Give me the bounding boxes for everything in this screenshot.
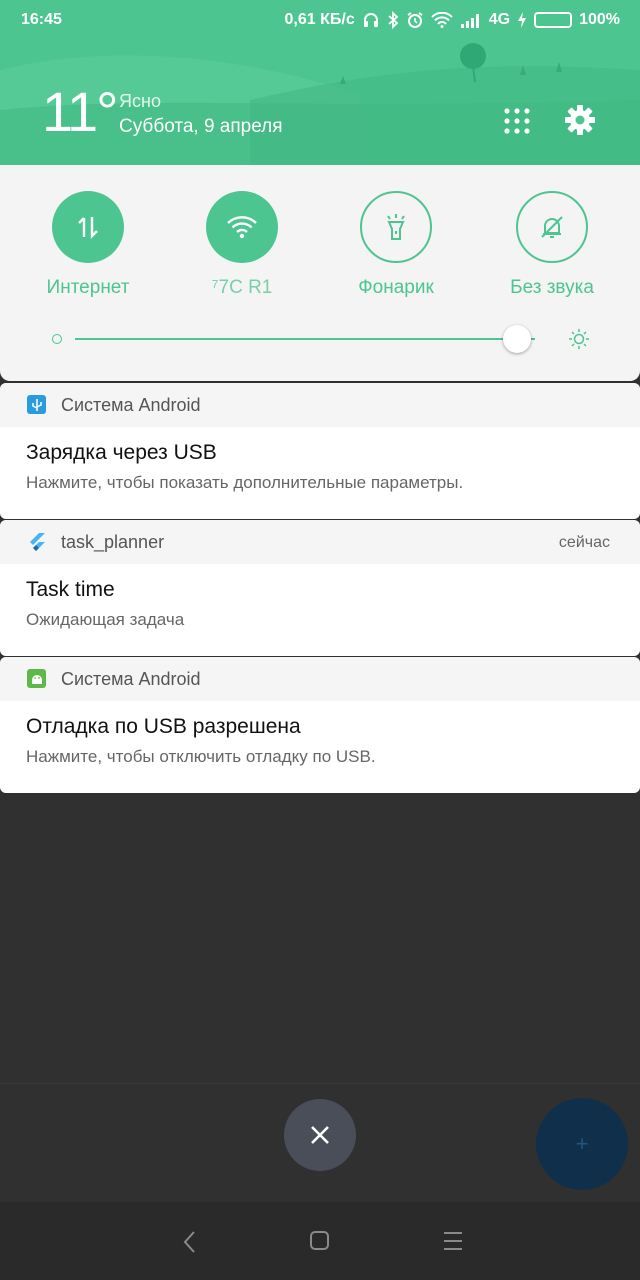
usb-icon: [27, 395, 46, 414]
notification-text: Нажмите, чтобы показать дополнительные п…: [26, 473, 464, 492]
notification-usb-debugging[interactable]: Система Android Отладка по USB разрешена…: [0, 657, 640, 793]
wifi-status-icon: [431, 12, 453, 28]
notification-usb-charging[interactable]: Система Android Зарядка через USB Нажмит…: [0, 383, 640, 519]
notification-app-name: task_planner: [61, 532, 165, 552]
tile-silent[interactable]: Без звука: [477, 191, 627, 299]
brightness-slider[interactable]: [50, 325, 595, 355]
menu-icon[interactable]: [443, 1230, 463, 1257]
flashlight-icon: [360, 191, 432, 263]
notification-title: Отладка по USB разрешена: [26, 715, 301, 738]
bell-off-icon: [516, 191, 588, 263]
back-icon[interactable]: [182, 1230, 196, 1259]
tile-label: Интернет: [46, 277, 130, 298]
status-time: 16:45: [21, 11, 62, 28]
notification-app-name: Система Android: [61, 395, 201, 415]
tile-label: Без звука: [510, 277, 594, 298]
temperature: 11°: [42, 80, 119, 143]
charging-icon: [517, 12, 527, 28]
home-icon[interactable]: [309, 1230, 331, 1257]
brightness-low-icon: [52, 334, 62, 344]
status-bar: 16:45 0,61 КБ/с 4G 100%: [0, 0, 640, 40]
headphones-icon: [362, 11, 380, 29]
close-icon: [311, 1126, 329, 1144]
tile-flashlight[interactable]: Фонарик: [321, 191, 471, 299]
notification-app-name: Система Android: [61, 669, 201, 689]
tile-label: Фонарик: [358, 277, 434, 298]
data-arrows-icon: [52, 191, 124, 263]
add-task-fab[interactable]: +: [536, 1098, 628, 1190]
settings-gear-icon[interactable]: [564, 104, 596, 141]
notification-title: Зарядка через USB: [26, 441, 217, 464]
date: Суббота, 9 апреля: [119, 116, 283, 137]
network-speed: 0,61 КБ/с: [284, 11, 355, 28]
tile-internet[interactable]: Интернет: [13, 191, 163, 299]
notification-task-planner[interactable]: task_planner сейчас Task time Ожидающая …: [0, 520, 640, 656]
weather-condition: Ясно: [119, 91, 161, 111]
alarm-icon: [406, 11, 424, 29]
tile-wifi[interactable]: ⁷7C R1: [167, 191, 317, 299]
notification-header: task_planner сейчас: [0, 520, 640, 564]
fab-label: +: [575, 1131, 589, 1156]
notification-header: Система Android: [0, 657, 640, 701]
network-type: 4G: [488, 11, 511, 28]
android-icon: [27, 669, 46, 688]
battery-percent: 100%: [579, 11, 620, 28]
navigation-bar: [0, 1202, 640, 1280]
brightness-track[interactable]: [75, 338, 535, 340]
notification-text: Нажмите, чтобы отключить отладку по USB.: [26, 747, 376, 766]
notification-header: Система Android: [0, 383, 640, 427]
bluetooth-icon: [387, 11, 399, 29]
signal-icon: [460, 12, 482, 28]
quick-settings-panel: Интернет ⁷7C R1 Фонарик Без звука: [0, 165, 640, 381]
apps-grid-icon[interactable]: [504, 108, 530, 139]
tile-label: ⁷7C R1: [211, 277, 273, 298]
clear-all-button[interactable]: [284, 1099, 356, 1171]
brightness-thumb[interactable]: [502, 325, 531, 353]
notification-shade-header: 16:45 0,61 КБ/с 4G 100% 11° Ясно Суббота…: [0, 0, 640, 165]
notification-title: Task time: [26, 578, 115, 601]
wifi-icon: [206, 191, 278, 263]
flutter-icon: [27, 532, 46, 551]
notification-time: сейчас: [558, 534, 610, 551]
bottom-divider: [0, 1083, 640, 1084]
brightness-high-icon: [568, 328, 590, 355]
battery-icon: [534, 12, 573, 28]
notification-text: Ожидающая задача: [26, 610, 185, 629]
